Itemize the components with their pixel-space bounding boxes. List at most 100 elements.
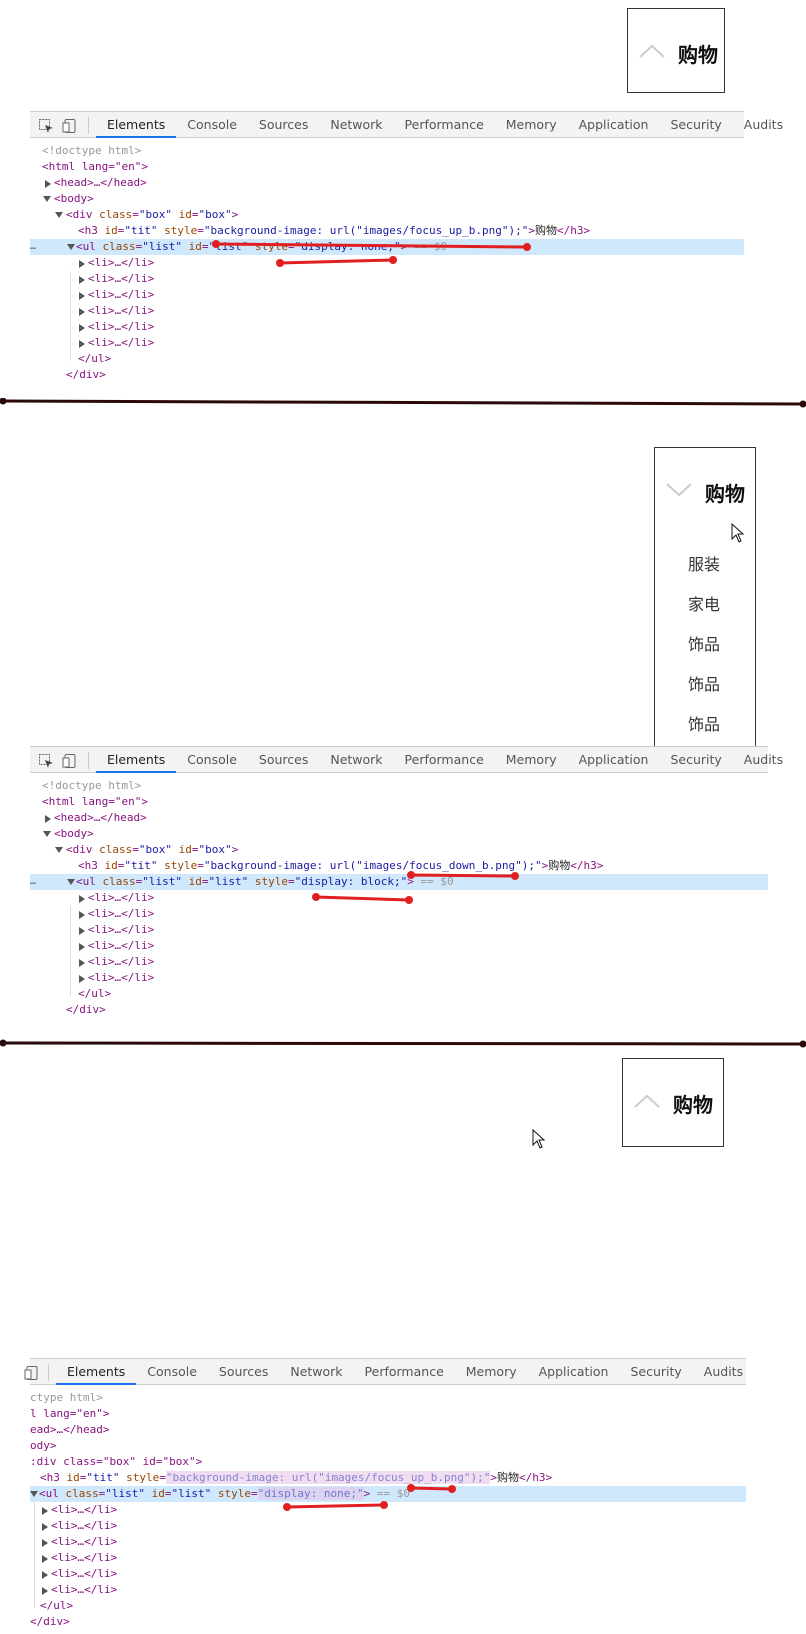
expand-arrow-icon[interactable]	[42, 1587, 48, 1595]
dom-line-li[interactable]: <li>…</li>	[30, 255, 744, 271]
shopping-list-item[interactable]: 饰品	[655, 665, 755, 705]
dom-line-ul-selected[interactable]: <ul class="list" id="list" style="displa…	[30, 1486, 746, 1502]
dom-line-doctype[interactable]: ctype html>	[30, 1390, 746, 1406]
dom-line-div-box[interactable]: <div class="box" id="box">	[30, 842, 768, 858]
collapse-arrow-icon[interactable]	[55, 212, 63, 218]
tab-memory[interactable]: Memory	[495, 112, 568, 138]
expand-arrow-icon[interactable]	[79, 340, 85, 348]
dom-line-div-close[interactable]: </div>	[30, 367, 744, 383]
dom-line-li[interactable]: <li>…</li>	[30, 954, 768, 970]
dom-line-div-box[interactable]: :div class="box" id="box">	[30, 1454, 746, 1470]
tab-network[interactable]: Network	[319, 112, 393, 138]
tab-sources[interactable]: Sources	[248, 112, 319, 138]
expand-arrow-icon[interactable]	[79, 324, 85, 332]
expand-arrow-icon[interactable]	[79, 308, 85, 316]
dom-line-ul-close[interactable]: </ul>	[30, 1598, 746, 1614]
expand-arrow-icon[interactable]	[79, 959, 85, 967]
tab-application[interactable]: Application	[568, 112, 660, 138]
shopping-header[interactable]: 购物	[623, 1059, 723, 1147]
dom-line-li[interactable]: <li>…</li>	[30, 922, 768, 938]
dom-line-li[interactable]: <li>…</li>	[30, 906, 768, 922]
expand-arrow-icon[interactable]	[42, 1571, 48, 1579]
tab-performance[interactable]: Performance	[394, 747, 495, 773]
dom-line-html[interactable]: <html lang="en">	[30, 794, 768, 810]
tab-sources[interactable]: Sources	[208, 1359, 279, 1385]
dom-line-li[interactable]: <li>…</li>	[30, 319, 744, 335]
tab-performance[interactable]: Performance	[394, 112, 495, 138]
dom-line-ul-close[interactable]: </ul>	[30, 986, 768, 1002]
tab-console[interactable]: Console	[176, 747, 248, 773]
expand-arrow-icon[interactable]	[79, 895, 85, 903]
expand-arrow-icon[interactable]	[42, 1555, 48, 1563]
tab-audits[interactable]: Audits	[733, 112, 794, 138]
dom-line-li[interactable]: <li>…</li>	[30, 890, 768, 906]
tab-elements[interactable]: Elements	[96, 747, 177, 773]
tab-application[interactable]: Application	[568, 747, 660, 773]
collapse-arrow-icon[interactable]	[55, 847, 63, 853]
collapse-arrow-icon[interactable]	[43, 196, 51, 202]
collapse-arrow-icon[interactable]	[67, 244, 75, 250]
shopping-list-item[interactable]: 家电	[655, 585, 755, 625]
shopping-list-item[interactable]: 饰品	[655, 705, 755, 745]
tab-security[interactable]: Security	[659, 747, 732, 773]
expand-arrow-icon[interactable]	[42, 1523, 48, 1531]
tab-elements[interactable]: Elements	[96, 112, 177, 138]
tab-audits[interactable]: Audits	[693, 1359, 754, 1385]
expand-arrow-icon[interactable]	[42, 1507, 48, 1515]
inspect-icon[interactable]	[38, 118, 54, 134]
dom-line-ul-selected[interactable]: … <ul class="list" id="list" style="displ…	[30, 239, 744, 255]
expand-arrow-icon[interactable]	[79, 975, 85, 983]
tab-sources[interactable]: Sources	[248, 747, 319, 773]
collapse-arrow-icon[interactable]	[67, 879, 75, 885]
expand-arrow-icon[interactable]	[79, 927, 85, 935]
device-toggle-icon[interactable]	[62, 753, 78, 769]
tab-network[interactable]: Network	[319, 747, 393, 773]
collapse-arrow-icon[interactable]	[30, 1491, 38, 1497]
dom-line-li[interactable]: <li>…</li>	[30, 938, 768, 954]
expand-arrow-icon[interactable]	[79, 260, 85, 268]
dom-line-body[interactable]: <body>	[30, 826, 768, 842]
device-toggle-icon[interactable]	[24, 1365, 40, 1381]
dom-line-li[interactable]: <li>…</li>	[30, 303, 744, 319]
tab-network[interactable]: Network	[279, 1359, 353, 1385]
dom-line-div-close[interactable]: </div>	[30, 1002, 768, 1018]
dom-line-html[interactable]: l lang="en">	[30, 1406, 746, 1422]
dom-line-li[interactable]: <li>…</li>	[30, 335, 744, 351]
expand-arrow-icon[interactable]	[42, 1539, 48, 1547]
dom-line-head[interactable]: <head>…</head>	[30, 810, 768, 826]
dom-line-li[interactable]: <li>…</li>	[30, 1502, 746, 1518]
dom-line-li[interactable]: <li>…</li>	[30, 1534, 746, 1550]
expand-arrow-icon[interactable]	[79, 911, 85, 919]
dom-line-li[interactable]: <li>…</li>	[30, 271, 744, 287]
dom-line-doctype[interactable]: <!doctype html>	[30, 778, 768, 794]
tab-elements[interactable]: Elements	[56, 1359, 137, 1385]
dom-line-head[interactable]: ead>…</head>	[30, 1422, 746, 1438]
dom-line-body[interactable]: ody>	[30, 1438, 746, 1454]
shopping-header[interactable]: 购物	[628, 9, 724, 97]
dom-line-li[interactable]: <li>…</li>	[30, 1582, 746, 1598]
dom-line-html[interactable]: <html lang="en">	[30, 159, 744, 175]
tab-memory[interactable]: Memory	[455, 1359, 528, 1385]
inspect-icon[interactable]	[38, 753, 54, 769]
dom-line-li[interactable]: <li>…</li>	[30, 1566, 746, 1582]
shopping-list-item[interactable]: 服装	[655, 545, 755, 585]
expand-arrow-icon[interactable]	[45, 815, 51, 823]
dom-line-h3[interactable]: <h3 id="tit" style="background-image: ur…	[30, 223, 744, 239]
expand-arrow-icon[interactable]	[45, 180, 51, 188]
collapse-arrow-icon[interactable]	[43, 831, 51, 837]
tab-console[interactable]: Console	[176, 112, 248, 138]
tab-audits[interactable]: Audits	[733, 747, 794, 773]
device-toggle-icon[interactable]	[62, 118, 78, 134]
tab-memory[interactable]: Memory	[495, 747, 568, 773]
tab-security[interactable]: Security	[619, 1359, 692, 1385]
tab-security[interactable]: Security	[659, 112, 732, 138]
dom-line-li[interactable]: <li>…</li>	[30, 970, 768, 986]
dom-line-h3[interactable]: <h3 id="tit" style="background-image: ur…	[30, 1470, 746, 1486]
dom-line-div-close[interactable]: </div>	[30, 1614, 746, 1630]
dom-line-ul-close[interactable]: </ul>	[30, 351, 744, 367]
expand-arrow-icon[interactable]	[79, 276, 85, 284]
tab-application[interactable]: Application	[528, 1359, 620, 1385]
dom-line-head[interactable]: <head>…</head>	[30, 175, 744, 191]
tab-console[interactable]: Console	[136, 1359, 208, 1385]
dom-line-body[interactable]: <body>	[30, 191, 744, 207]
